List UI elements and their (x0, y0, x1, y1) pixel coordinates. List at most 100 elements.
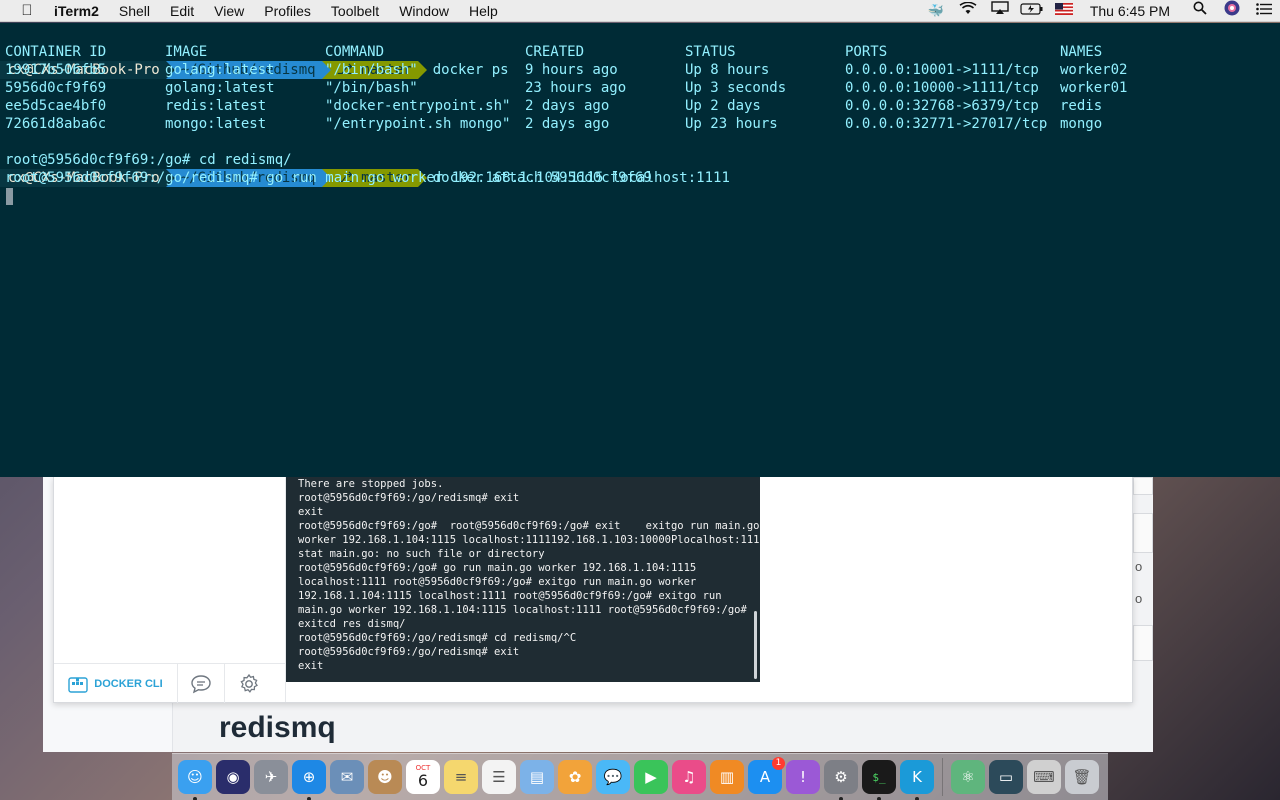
itunes-icon[interactable]: ♫ (672, 760, 706, 794)
cell-command: "/bin/bash" (325, 62, 418, 78)
menu-edit[interactable]: Edit (160, 0, 204, 22)
cell-created: 2 days ago (525, 98, 610, 114)
apple-menu-icon[interactable]:  (0, 2, 54, 19)
terminal-cursor (6, 188, 13, 205)
mail-bird-icon[interactable]: ✉ (330, 760, 364, 794)
header-status: STATUS (685, 44, 736, 60)
feedback-button[interactable] (178, 664, 225, 703)
menubar-clock[interactable]: Thu 6:45 PM (1080, 0, 1184, 22)
cell-names: worker02 (1060, 62, 1128, 78)
screenshot-icon[interactable]: ▭ (989, 760, 1023, 794)
ibooks-icon[interactable]: ▥ (710, 760, 744, 794)
docker-ps-row: 72661d8aba6c mongo:latest "/entrypoint.s… (5, 115, 1275, 133)
reminders-icon[interactable]: ☰ (482, 760, 516, 794)
terminal-icon[interactable]: $_ (862, 760, 896, 800)
messages-icon[interactable]: 💬 (596, 760, 630, 794)
menu-help[interactable]: Help (459, 0, 508, 22)
kitematic-icon[interactable]: K (900, 760, 934, 800)
background-glyph: o (1135, 591, 1143, 606)
menu-shell[interactable]: Shell (109, 0, 160, 22)
prompt-line: cx@CXs-MacBook-Pro ~/Github/redismq ⎇ ma… (0, 133, 652, 187)
battery-icon[interactable] (1016, 0, 1048, 22)
finder-icon[interactable]: ☺ (178, 760, 212, 800)
menu-app-name[interactable]: iTerm2 (54, 0, 109, 22)
notification-badge: 1 (772, 757, 785, 770)
calendar-icon[interactable]: OCT 6 (406, 760, 440, 794)
atom-icon[interactable]: ⚛ (951, 760, 985, 794)
preview-icon[interactable]: ▤ (520, 760, 554, 794)
cell-ports: 0.0.0.0:32768->6379/tcp (845, 98, 1039, 114)
background-field[interactable] (1133, 477, 1153, 495)
log-line: There are stopped jobs. (298, 478, 444, 490)
cell-status: Up 2 days (685, 98, 761, 114)
cell-image: redis:latest (165, 98, 267, 114)
us-flag-icon[interactable] (1048, 0, 1080, 22)
docker-ps-row: 5956d0cf9f69 golang:latest "/bin/bash" 2… (5, 79, 1275, 97)
docker-ps-row: 19917b506fb5 golang:latest "/bin/bash" 9… (5, 61, 1275, 79)
docker-cli-label: DOCKER CLI (94, 677, 163, 690)
output-line: root@5956d0cf9f69:/go# cd redismq/ (5, 152, 292, 168)
header-container-id: CONTAINER ID (5, 44, 107, 60)
calendar-day: 6 (417, 771, 429, 790)
docker-ps-row: ee5d5cae4bf0 redis:latest "docker-entryp… (5, 97, 1275, 115)
cell-container-id: 19917b506fb5 (5, 62, 107, 78)
trash-icon[interactable]: 🗑 (1065, 760, 1099, 794)
background-field[interactable] (1133, 513, 1153, 553)
launchpad-icon[interactable]: ✈ (254, 760, 288, 794)
header-image: IMAGE (165, 44, 208, 60)
cell-created: 23 hours ago (525, 80, 627, 96)
menu-profiles[interactable]: Profiles (254, 0, 321, 22)
container-title: redismq (219, 711, 336, 744)
kitematic-window: DOCKER CLI There are stopped jobs. root@… (53, 477, 1133, 703)
docker-whale-icon[interactable]: 🐳 (920, 0, 952, 22)
spotlight-search-icon[interactable] (1184, 0, 1216, 22)
cell-container-id: ee5d5cae4bf0 (5, 98, 107, 114)
menu-window[interactable]: Window (389, 0, 459, 22)
cell-status: Up 3 seconds (685, 80, 787, 96)
siri-icon[interactable]: ◉ (216, 760, 250, 794)
background-right-controls: o o (1133, 477, 1153, 752)
header-names: NAMES (1060, 44, 1103, 60)
log-line: exit (298, 506, 324, 518)
cell-container-id: 72661d8aba6c (5, 116, 107, 132)
cell-created: 9 hours ago (525, 62, 618, 78)
prompt-line: cx@CXs-MacBook-Pro ~/Github/redismq ⎇ ma… (0, 25, 509, 79)
header-command: COMMAND (325, 44, 385, 60)
log-line: root@5956d0cf9f69:/go/redismq# exit (298, 646, 520, 658)
header-ports: PORTS (845, 44, 888, 60)
gear-icon (239, 673, 258, 693)
wifi-icon[interactable] (952, 0, 984, 22)
log-scrollbar[interactable] (754, 611, 757, 679)
cell-names: mongo (1060, 116, 1103, 132)
docker-ps-header: CONTAINER ID IMAGE COMMAND CREATED STATU… (5, 43, 1275, 61)
iterm-terminal-window[interactable]: cx@CXs-MacBook-Pro ~/Github/redismq ⎇ ma… (0, 23, 1280, 477)
cell-command: "/bin/bash" (325, 80, 418, 96)
safari-icon[interactable]: ⊕ (292, 760, 326, 800)
facetime-icon[interactable]: ▶ (634, 760, 668, 794)
feedback-icon[interactable]: ! (786, 760, 820, 794)
log-line: 192.168.1.104:1115 localhost:1111 root@5… (298, 590, 722, 602)
background-field[interactable] (1133, 625, 1153, 661)
app-store-icon[interactable]: A1 (748, 757, 785, 794)
container-log-terminal[interactable]: There are stopped jobs. root@5956d0cf9f6… (286, 477, 760, 682)
system-preferences-icon[interactable]: ⚙ (824, 760, 858, 800)
user-avatar-icon[interactable] (1216, 0, 1248, 23)
contacts-icon[interactable]: ☻ (368, 760, 402, 794)
cell-image: mongo:latest (165, 116, 267, 132)
airplay-icon[interactable] (984, 0, 1016, 22)
keyboard-viewer-icon[interactable]: ⌨ (1027, 760, 1061, 794)
menu-bar:  iTerm2 Shell Edit View Profiles Toolbe… (0, 0, 1280, 22)
log-line: worker 192.168.1.104:1115 localhost:1111… (298, 534, 760, 546)
menu-toolbelt[interactable]: Toolbelt (321, 0, 389, 22)
menu-view[interactable]: View (204, 0, 254, 22)
notification-center-icon[interactable] (1248, 0, 1280, 22)
docker-cli-button[interactable]: DOCKER CLI (54, 664, 178, 703)
cell-image: golang:latest (165, 62, 275, 78)
notes-icon[interactable]: ≡ (444, 760, 478, 794)
photos-icon[interactable]: ✿ (558, 760, 592, 794)
log-line: stat main.go: no such file or directory (298, 548, 545, 560)
cell-ports: 0.0.0.0:10000->1111/tcp (845, 80, 1039, 96)
settings-button[interactable] (225, 664, 272, 703)
header-created: CREATED (525, 44, 585, 60)
cell-created: 2 days ago (525, 116, 610, 132)
